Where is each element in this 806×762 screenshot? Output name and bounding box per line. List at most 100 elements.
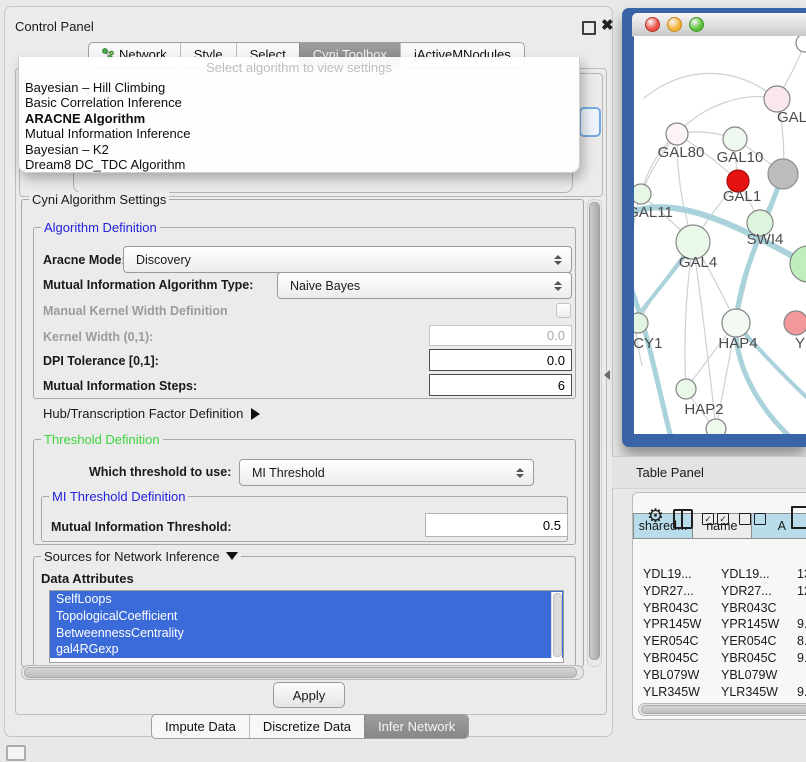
mi-threshold-label: Mutual Information Threshold: <box>51 520 232 534</box>
table-cell[interactable]: YBR045C <box>638 650 716 667</box>
table-row[interactable]: YDL19...YDL19...13 <box>638 566 806 583</box>
table-cell[interactable]: YBL079W <box>638 667 716 684</box>
table-cell[interactable]: YDL19... <box>716 566 792 583</box>
attribute-item[interactable]: BetweennessCentrality <box>50 625 563 642</box>
network-node[interactable] <box>666 123 688 145</box>
bottom-tabstrip: Impute DataDiscretize DataInfer Network <box>151 714 469 739</box>
table-row[interactable]: YBL079WYBL079W <box>638 667 806 684</box>
document-icon[interactable] <box>791 506 806 529</box>
network-node[interactable] <box>706 419 726 434</box>
network-node[interactable] <box>634 313 648 333</box>
network-node[interactable] <box>676 379 696 399</box>
table-row[interactable]: YDR27...YDR27...12 <box>638 583 806 600</box>
algorithm-option[interactable]: Dream8 DC_TDC Algorithm <box>23 157 565 172</box>
table-cell[interactable] <box>792 600 806 617</box>
network-window-titlebar[interactable] <box>632 13 806 37</box>
network-edge[interactable] <box>677 97 777 134</box>
attribute-item[interactable]: TopologicalCoefficient <box>50 608 563 625</box>
network-node[interactable] <box>790 246 806 282</box>
table-cell[interactable]: YPR145W <box>716 616 792 633</box>
table-cell[interactable]: YDR27... <box>716 583 792 600</box>
settings-horizontal-scrollbar[interactable] <box>21 665 584 680</box>
background-combo-arrow[interactable] <box>579 107 601 137</box>
attribute-item[interactable]: gal4RGexp <box>50 641 563 658</box>
algorithm-option[interactable]: Bayesian – Hill Climbing <box>23 80 565 95</box>
table-cell[interactable]: YLR345W <box>638 684 716 701</box>
which-threshold-select[interactable]: MI Threshold <box>239 459 534 486</box>
mi-threshold-group-title: MI Threshold Definition <box>49 489 188 504</box>
table-cell[interactable]: 9. <box>792 684 806 701</box>
minimize-traffic-light-icon[interactable] <box>667 17 682 32</box>
table-row[interactable]: YBR043CYBR043C <box>638 600 806 617</box>
mi-steps-label: Mutual Information Steps: <box>43 379 197 393</box>
unchecked-boxes-icon[interactable] <box>739 513 766 525</box>
list-scrollbar[interactable] <box>551 592 562 659</box>
float-window-icon[interactable] <box>582 21 596 35</box>
table-cell[interactable]: 9. <box>792 650 806 667</box>
table-row[interactable]: YLR345WYLR345W9. <box>638 684 806 701</box>
zoom-traffic-light-icon[interactable] <box>689 17 704 32</box>
panel-splitter-handle[interactable] <box>604 370 610 380</box>
network-edge[interactable] <box>634 276 682 434</box>
table-row[interactable]: YBR045CYBR045C9. <box>638 650 806 667</box>
bottom-tab-impute-data[interactable]: Impute Data <box>152 715 249 738</box>
table-cell[interactable]: YBL079W <box>716 667 792 684</box>
table-horizontal-scrollbar[interactable] <box>638 703 806 716</box>
table-cell[interactable]: YBR043C <box>638 600 716 617</box>
dpi-tolerance-field[interactable] <box>429 349 572 371</box>
algorithm-option[interactable]: Mutual Information Inference <box>23 126 565 141</box>
table-cell[interactable]: YBR045C <box>716 650 792 667</box>
attribute-item[interactable]: SelfLoops <box>50 591 563 608</box>
columns-icon[interactable] <box>673 509 693 529</box>
table-cell[interactable]: YER054C <box>638 633 716 650</box>
algorithm-option[interactable]: Basic Correlation Inference <box>23 95 565 110</box>
mi-type-select[interactable]: Naive Bayes <box>277 272 572 299</box>
hub-definition-toggle[interactable]: Hub/Transcription Factor Definition <box>43 406 260 421</box>
algorithm-option[interactable]: Bayesian – K2 <box>23 142 565 157</box>
mi-steps-field[interactable] <box>429 374 572 396</box>
network-node[interactable] <box>796 36 806 52</box>
table-cell[interactable]: YBR043C <box>716 600 792 617</box>
table-row[interactable]: YPR145WYPR145W9. <box>638 616 806 633</box>
table-cell[interactable]: YDR27... <box>638 583 716 600</box>
manual-kernel-checkbox[interactable] <box>556 303 571 318</box>
table-cell[interactable]: YLR345W <box>716 684 792 701</box>
close-icon[interactable]: ✖ <box>601 16 614 34</box>
checked-boxes-icon[interactable]: ✓✓ <box>702 513 729 525</box>
bottom-tab-infer-network[interactable]: Infer Network <box>364 715 468 738</box>
table-cell[interactable]: 13 <box>792 566 806 583</box>
kernel-width-field[interactable] <box>429 325 572 346</box>
gear-icon[interactable]: ⚙ <box>647 507 664 526</box>
table-cell[interactable]: YER054C <box>716 633 792 650</box>
table-cell[interactable]: 9. <box>792 616 806 633</box>
network-node[interactable] <box>768 159 798 189</box>
network-node[interactable] <box>634 184 651 204</box>
close-traffic-light-icon[interactable] <box>645 17 660 32</box>
network-view-window[interactable]: GALGAL80GAL10GAL1GAL11GAL4SWI4GCY1HAP4YH… <box>622 8 806 447</box>
dpi-tolerance-label: DPI Tolerance [0,1]: <box>43 354 159 368</box>
data-attributes-list[interactable]: SelfLoopsTopologicalCoefficientBetweenne… <box>49 590 564 663</box>
sources-group-title[interactable]: Sources for Network Inference <box>41 549 241 564</box>
table-cell[interactable]: YDL19... <box>638 566 716 583</box>
network-canvas[interactable]: GALGAL80GAL10GAL1GAL11GAL4SWI4GCY1HAP4YH… <box>634 36 806 434</box>
network-node[interactable] <box>784 311 806 335</box>
node-label: HAP2 <box>684 401 723 418</box>
table-cell[interactable] <box>792 667 806 684</box>
aracne-mode-select[interactable]: Discovery <box>123 246 572 273</box>
mi-threshold-field[interactable] <box>425 513 568 537</box>
table-row[interactable]: YER054CYER054C8. <box>638 633 806 650</box>
table-cell[interactable]: 8. <box>792 633 806 650</box>
dock-button[interactable] <box>6 745 26 761</box>
apply-button-label: Apply <box>293 688 326 703</box>
table-cell[interactable]: YPR145W <box>638 616 716 633</box>
combo-arrows-icon <box>516 468 524 478</box>
network-node[interactable] <box>723 127 747 151</box>
table-cell[interactable]: 12 <box>792 583 806 600</box>
bottom-tab-discretize-data[interactable]: Discretize Data <box>249 715 364 738</box>
node-label: Y <box>795 335 805 352</box>
algorithm-option[interactable]: ARACNE Algorithm <box>23 111 565 126</box>
apply-button[interactable]: Apply <box>273 682 345 708</box>
settings-vertical-scrollbar[interactable] <box>587 199 602 667</box>
network-edge[interactable] <box>644 73 777 99</box>
network-node[interactable] <box>722 309 750 337</box>
